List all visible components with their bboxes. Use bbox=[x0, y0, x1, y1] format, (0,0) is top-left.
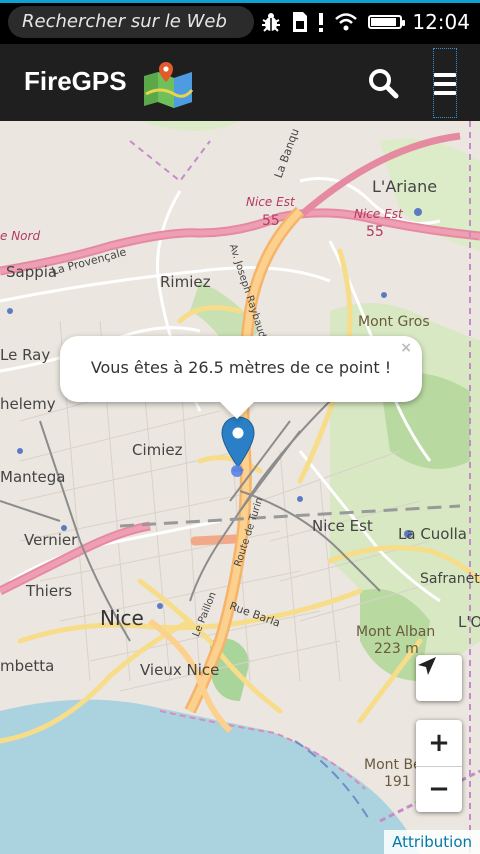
hamburger-menu-button[interactable] bbox=[433, 48, 457, 118]
map-label: L'Ariane bbox=[372, 177, 438, 196]
map-label: helemy bbox=[0, 395, 56, 413]
search-icon bbox=[369, 69, 399, 99]
zoom-control: + − bbox=[416, 720, 462, 812]
map-label: La Cuolla bbox=[398, 525, 468, 543]
distance-popup: × Vous êtes à 26.5 mètres de ce point ! bbox=[60, 336, 422, 419]
sim-icon bbox=[292, 11, 308, 33]
zoom-out-button[interactable]: − bbox=[416, 765, 462, 813]
map-label: Nice Est bbox=[246, 195, 295, 209]
map-label: Nice Est bbox=[354, 207, 403, 221]
map-label: Mantega bbox=[0, 468, 66, 486]
map-label: 55 bbox=[262, 213, 280, 229]
map-pin-logo-icon bbox=[140, 60, 196, 108]
status-icons: 12:04 bbox=[260, 8, 470, 36]
map-tiles bbox=[0, 121, 480, 854]
map-label: L'Oc bbox=[458, 613, 480, 631]
alert-icon bbox=[318, 11, 324, 33]
map-label: Cimiez bbox=[132, 441, 183, 459]
battery-icon bbox=[368, 15, 406, 29]
zoom-in-button[interactable]: + bbox=[416, 720, 462, 766]
map-label: Mont Gros bbox=[358, 314, 430, 330]
app-header: FireGPS bbox=[0, 44, 480, 122]
map-label: 55 bbox=[366, 224, 384, 240]
bug-icon bbox=[260, 11, 282, 33]
map-label: Mont Be bbox=[364, 757, 422, 773]
locate-button[interactable] bbox=[416, 655, 462, 701]
map-label: Rimiez bbox=[160, 273, 211, 291]
map-label: Nice Est bbox=[312, 517, 373, 535]
map-label: Nice bbox=[100, 606, 144, 630]
map-label: Thiers bbox=[26, 582, 73, 600]
status-accent-line bbox=[0, 0, 480, 3]
wifi-icon bbox=[334, 12, 358, 32]
navigate-arrow-icon bbox=[418, 657, 436, 675]
web-search-input[interactable]: Rechercher sur le Web bbox=[8, 6, 254, 38]
status-bar: Rechercher sur le Web 12:04 bbox=[0, 0, 480, 44]
map-label: Vernier bbox=[24, 531, 78, 549]
map-label: Mont Alban bbox=[356, 624, 436, 640]
location-accuracy-dot bbox=[231, 465, 243, 477]
map-label: mbetta bbox=[0, 657, 55, 675]
search-button[interactable] bbox=[366, 66, 400, 100]
map-view[interactable]: L'Ariane Nice Est Nice Est 55 55 e Nord … bbox=[0, 121, 480, 854]
app-title: FireGPS bbox=[24, 66, 127, 96]
map-label: Vieux Nice bbox=[140, 661, 220, 679]
attribution-link[interactable]: Attribution bbox=[384, 830, 480, 854]
map-label: Le Ray bbox=[0, 346, 51, 364]
map-label: 191 bbox=[384, 774, 411, 790]
distance-message: Vous êtes à 26.5 mètres de ce point ! bbox=[90, 358, 392, 377]
clock: 12:04 bbox=[412, 10, 470, 34]
popup-close-button[interactable]: × bbox=[400, 340, 412, 356]
map-label: e Nord bbox=[0, 229, 41, 243]
map-label: Safranet bbox=[420, 571, 480, 587]
map-label: 223 m bbox=[374, 641, 419, 657]
